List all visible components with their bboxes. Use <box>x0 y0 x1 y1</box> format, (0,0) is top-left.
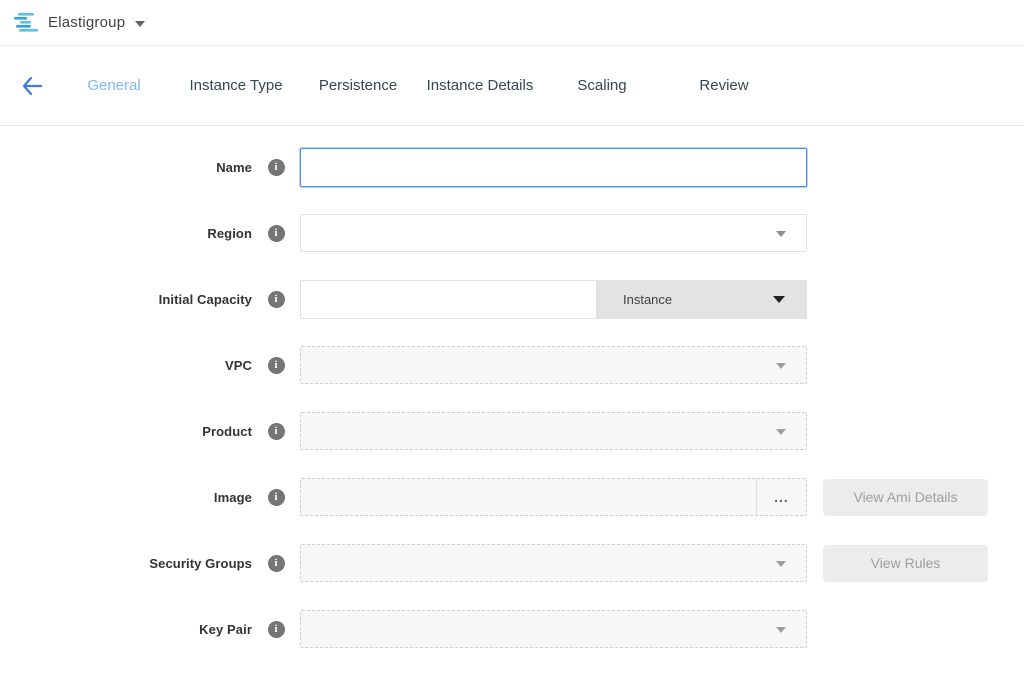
name-label: Name <box>0 160 252 175</box>
tab-instance-details[interactable]: Instance Details <box>419 77 541 94</box>
chevron-down-icon <box>773 296 785 303</box>
product-select <box>300 412 807 450</box>
security-groups-select <box>300 544 807 582</box>
image-label: Image <box>0 490 252 505</box>
wizard-tab-bar: General Instance Type Persistence Instan… <box>0 46 1024 126</box>
elastigroup-logo-icon <box>14 11 40 35</box>
vpc-row: VPC i <box>0 346 1024 384</box>
security-groups-row: Security Groups i View Rules <box>0 544 1024 582</box>
initial-capacity-input[interactable] <box>300 280 597 319</box>
key-pair-info-icon[interactable]: i <box>268 621 285 638</box>
app-switcher-caret-icon[interactable] <box>135 21 145 27</box>
region-info-icon[interactable]: i <box>268 225 285 242</box>
image-browse-button[interactable]: ... <box>756 479 806 515</box>
key-pair-row: Key Pair i <box>0 610 1024 648</box>
image-info-icon[interactable]: i <box>268 489 285 506</box>
security-groups-info-icon[interactable]: i <box>268 555 285 572</box>
vpc-select <box>300 346 807 384</box>
chevron-down-icon <box>776 429 786 435</box>
tab-instance-type[interactable]: Instance Type <box>175 77 297 94</box>
back-arrow-icon <box>22 77 42 95</box>
key-pair-select <box>300 610 807 648</box>
chevron-down-icon <box>776 231 786 237</box>
tab-review[interactable]: Review <box>663 77 785 94</box>
initial-capacity-info-icon[interactable]: i <box>268 291 285 308</box>
top-app-bar: Elastigroup <box>0 0 1024 46</box>
tab-persistence[interactable]: Persistence <box>297 77 419 94</box>
view-ami-details-button[interactable]: View Ami Details <box>823 479 988 516</box>
product-info-icon[interactable]: i <box>268 423 285 440</box>
name-info-icon[interactable]: i <box>268 159 285 176</box>
initial-capacity-label: Initial Capacity <box>0 292 252 307</box>
view-rules-button[interactable]: View Rules <box>823 545 988 582</box>
vpc-label: VPC <box>0 358 252 373</box>
region-select[interactable] <box>300 214 807 252</box>
chevron-down-icon <box>776 627 786 633</box>
region-row: Region i <box>0 214 1024 252</box>
wizard-tabs: General Instance Type Persistence Instan… <box>53 77 785 94</box>
product-row: Product i <box>0 412 1024 450</box>
region-label: Region <box>0 226 252 241</box>
initial-capacity-row: Initial Capacity i Instance <box>0 280 1024 318</box>
chevron-down-icon <box>776 363 786 369</box>
security-groups-label: Security Groups <box>0 556 252 571</box>
tab-scaling[interactable]: Scaling <box>541 77 663 94</box>
vpc-info-icon[interactable]: i <box>268 357 285 374</box>
tab-general[interactable]: General <box>53 77 175 94</box>
name-row: Name i <box>0 148 1024 186</box>
name-input[interactable] <box>300 148 807 187</box>
image-row: Image i ... View Ami Details <box>0 478 1024 516</box>
product-label: Product <box>0 424 252 439</box>
back-button[interactable] <box>12 66 52 106</box>
capacity-unit-select[interactable]: Instance <box>597 280 807 319</box>
general-settings-form: Name i Region i Initial Capacity i Insta… <box>0 126 1024 648</box>
key-pair-label: Key Pair <box>0 622 252 637</box>
app-title[interactable]: Elastigroup <box>48 14 125 31</box>
image-input: ... <box>300 478 807 516</box>
capacity-unit-value: Instance <box>623 292 672 307</box>
chevron-down-icon <box>776 561 786 567</box>
